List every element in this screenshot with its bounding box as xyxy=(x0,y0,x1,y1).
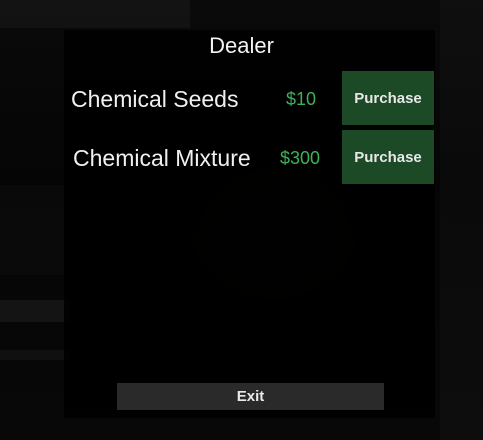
background-shape xyxy=(0,350,70,360)
background-shape xyxy=(0,185,64,275)
background-shape xyxy=(0,0,190,28)
item-name-chemical-seeds: Chemical Seeds xyxy=(71,86,239,112)
background-shape xyxy=(440,0,483,440)
item-price-chemical-seeds: $10 xyxy=(286,89,317,109)
dealer-title: Dealer xyxy=(209,33,274,58)
item-name-chemical-mixture: Chemical Mixture xyxy=(73,145,251,171)
item-price-chemical-mixture: $300 xyxy=(280,148,321,168)
background-shape xyxy=(0,300,70,322)
game-scene: Dealer Chemical Seeds $10 Purchase Chemi… xyxy=(0,0,483,440)
purchase-button-chemical-mixture[interactable]: Purchase xyxy=(342,130,434,184)
exit-button[interactable]: Exit xyxy=(117,383,384,410)
purchase-button-chemical-seeds[interactable]: Purchase xyxy=(342,71,434,125)
